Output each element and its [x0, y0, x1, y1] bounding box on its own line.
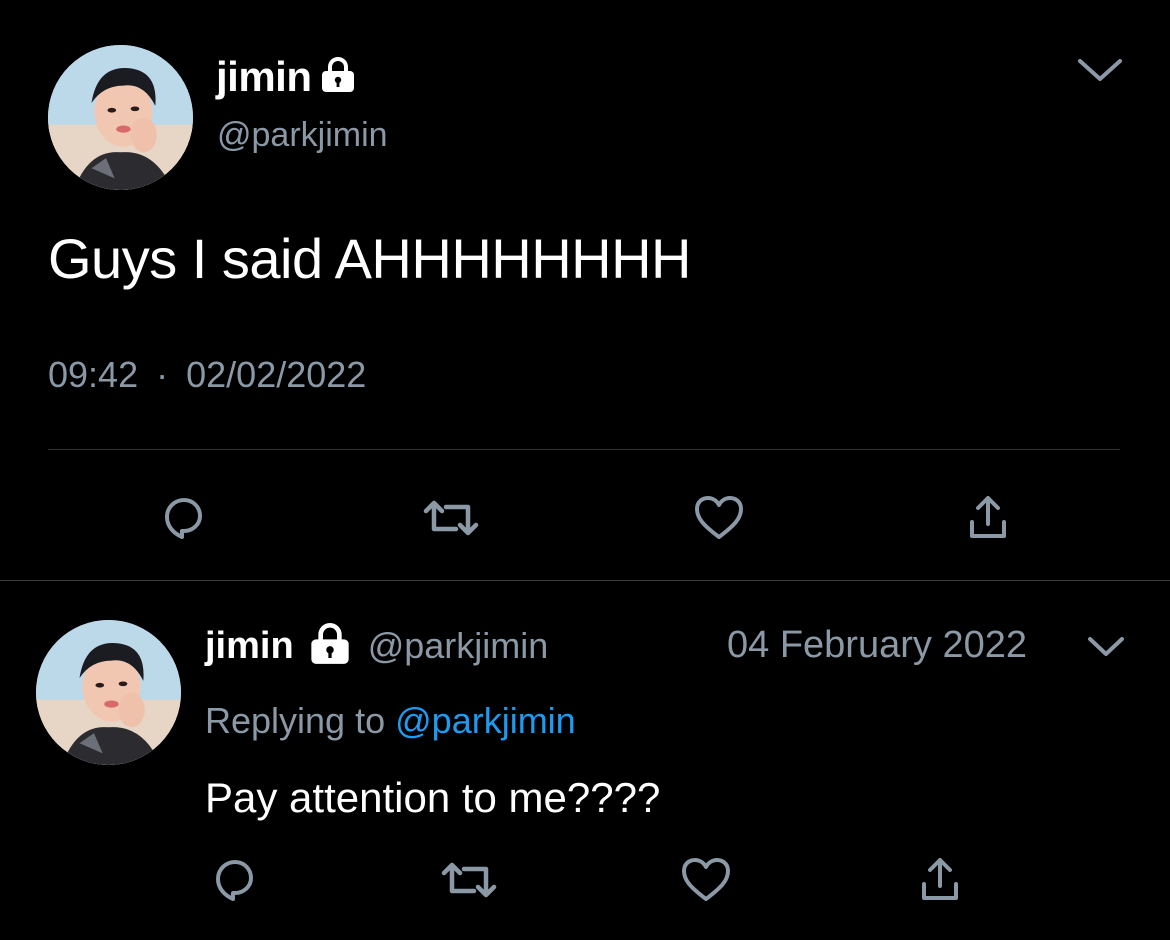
reply-button[interactable] [206, 852, 262, 908]
retweet-button[interactable] [420, 490, 482, 546]
avatar[interactable] [48, 45, 193, 190]
share-icon [922, 858, 958, 900]
display-name[interactable]: jimin [205, 625, 294, 668]
retweet-icon [441, 862, 497, 898]
replying-prefix: Replying to [205, 700, 386, 741]
like-button[interactable] [690, 490, 748, 546]
timestamp[interactable]: 09:42 · 02/02/2022 [48, 354, 366, 396]
reply-button[interactable] [155, 490, 211, 546]
tweet-time: 09:42 [48, 354, 139, 395]
tweet-text: Guys I said AHHHHHHHH [48, 227, 691, 290]
like-icon [682, 858, 730, 901]
like-icon [695, 496, 743, 539]
chevron-down-icon[interactable] [1086, 634, 1126, 660]
lock-icon [306, 622, 354, 670]
divider [48, 449, 1120, 450]
retweet-button[interactable] [438, 852, 500, 908]
profile-photo [36, 620, 181, 765]
reply-date[interactable]: 04 February 2022 [727, 624, 1027, 667]
handle[interactable]: @parkjimin [368, 625, 549, 667]
handle[interactable]: @parkjimin [217, 116, 388, 155]
profile-photo [48, 45, 193, 190]
divider [0, 580, 1170, 581]
display-name[interactable]: jimin [216, 53, 312, 101]
lock-icon [318, 56, 358, 98]
like-button[interactable] [677, 852, 735, 908]
avatar[interactable] [36, 620, 181, 765]
reply-icon [165, 498, 202, 539]
separator-dot: · [156, 354, 169, 395]
share-button[interactable] [912, 852, 968, 908]
replying-to: Replying to @parkjimin [205, 700, 576, 742]
tweet-date: 02/02/2022 [186, 354, 367, 395]
share-button[interactable] [960, 490, 1016, 546]
retweet-icon [423, 500, 479, 536]
share-icon [970, 496, 1006, 538]
reply-icon [216, 860, 253, 901]
chevron-down-icon[interactable] [1076, 55, 1124, 85]
reply-text: Pay attention to me???? [205, 774, 661, 821]
replying-handle-link[interactable]: @parkjimin [395, 700, 576, 741]
